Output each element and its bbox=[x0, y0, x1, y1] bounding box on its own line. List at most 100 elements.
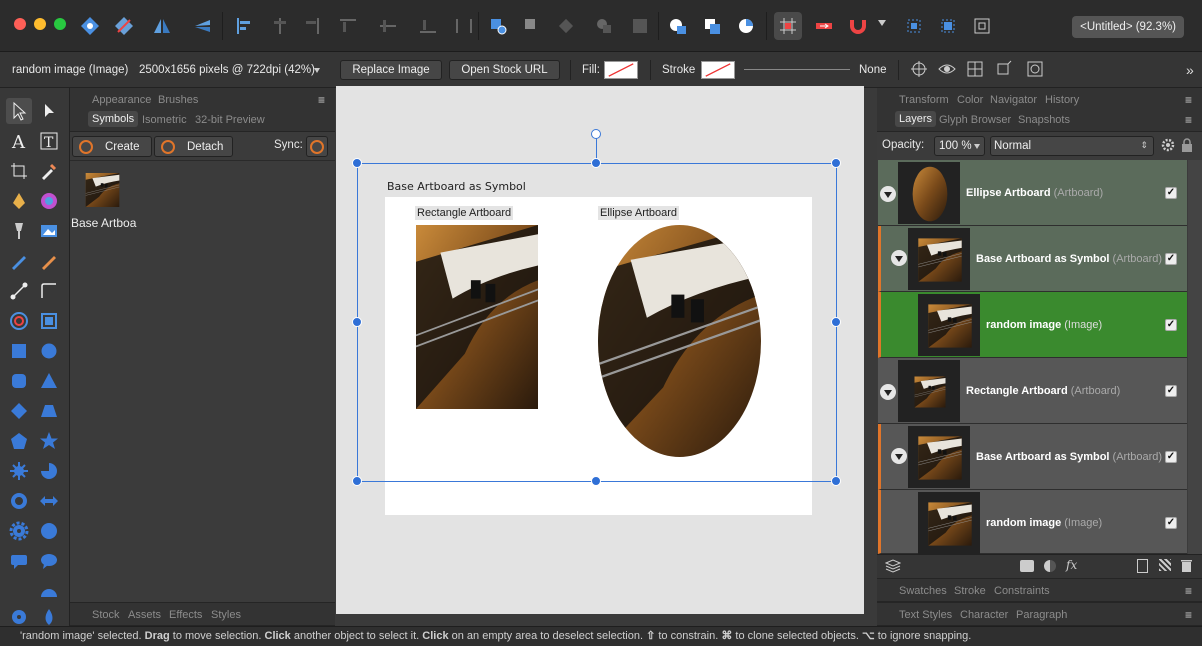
lock-icon[interactable] bbox=[1181, 138, 1193, 152]
ellipse-tool-icon[interactable] bbox=[36, 338, 62, 364]
artboard-tool-icon[interactable] bbox=[36, 308, 62, 334]
pixel-persona-icon[interactable] bbox=[110, 12, 138, 40]
trapezoid-tool-icon[interactable] bbox=[36, 398, 62, 424]
layer-visibility-checkbox[interactable]: ✓ bbox=[1165, 385, 1177, 397]
layer-visibility-checkbox[interactable]: ✓ bbox=[1165, 187, 1177, 199]
donut-tool-icon[interactable] bbox=[6, 488, 32, 514]
replace-image-button[interactable]: Replace Image bbox=[340, 60, 442, 80]
tab-constraints[interactable]: Constraints bbox=[994, 585, 1050, 597]
arrange-icon[interactable] bbox=[590, 12, 618, 40]
selection-bounding-box[interactable] bbox=[357, 163, 837, 482]
layer-visibility-checkbox[interactable]: ✓ bbox=[1165, 319, 1177, 331]
layers-scrollbar[interactable] bbox=[1188, 160, 1202, 554]
panel-menu-icon[interactable]: ≡ bbox=[1185, 93, 1192, 107]
resize-handle-bottom[interactable] bbox=[591, 476, 601, 486]
chevron-down-icon[interactable] bbox=[314, 68, 320, 73]
fill-swatch[interactable] bbox=[604, 61, 638, 79]
close-window-button[interactable] bbox=[14, 18, 26, 30]
zoom-window-button[interactable] bbox=[54, 18, 66, 30]
tab-snapshots[interactable]: Snapshots bbox=[1018, 114, 1070, 126]
open-stock-url-button[interactable]: Open Stock URL bbox=[449, 60, 560, 80]
resize-handle-right[interactable] bbox=[831, 317, 841, 327]
expand-icon[interactable] bbox=[962, 56, 988, 82]
segment-tool-icon[interactable] bbox=[36, 578, 62, 604]
layer-visibility-checkbox[interactable]: ✓ bbox=[1165, 253, 1177, 265]
layer-row[interactable]: Rectangle Artboard (Artboard) ✓ bbox=[878, 358, 1187, 424]
toolbar-overflow-icon[interactable]: » bbox=[1186, 62, 1194, 78]
crop-icon[interactable] bbox=[990, 56, 1016, 82]
fx-icon[interactable]: fx bbox=[1066, 558, 1077, 572]
star-tool-icon[interactable] bbox=[36, 428, 62, 454]
add-layer-icon[interactable] bbox=[1137, 559, 1148, 573]
tab-stock[interactable]: Stock bbox=[92, 609, 120, 621]
cloud-tool-icon[interactable] bbox=[36, 518, 62, 544]
diamond-tool-icon[interactable] bbox=[6, 398, 32, 424]
place-image-tool-icon[interactable] bbox=[36, 218, 62, 244]
triangle-tool-icon[interactable] bbox=[36, 368, 62, 394]
layer-visibility-checkbox[interactable]: ✓ bbox=[1165, 517, 1177, 529]
pen-tool-icon[interactable] bbox=[6, 188, 32, 214]
layer-row[interactable]: Ellipse Artboard (Artboard) ✓ bbox=[878, 160, 1187, 226]
canvas[interactable]: Base Artboard as Symbol Rectangle Artboa… bbox=[336, 86, 864, 614]
tab-character[interactable]: Character bbox=[960, 609, 1008, 621]
distribute-icon[interactable] bbox=[450, 12, 478, 40]
sync-toggle[interactable] bbox=[306, 136, 328, 157]
align-middle-icon[interactable] bbox=[374, 12, 402, 40]
stroke-width-slider[interactable] bbox=[744, 69, 850, 70]
detach-symbol-button[interactable]: Detach bbox=[154, 136, 233, 157]
tab-glyph-browser[interactable]: Glyph Browser bbox=[939, 114, 1011, 126]
create-symbol-button[interactable]: Create bbox=[72, 136, 152, 157]
node-tool-icon[interactable] bbox=[36, 98, 62, 124]
expand-layer-icon[interactable] bbox=[891, 448, 907, 464]
resize-handle-top-left[interactable] bbox=[352, 158, 362, 168]
vector-brush-tool-icon[interactable] bbox=[6, 218, 32, 244]
pencil-tool-icon[interactable] bbox=[6, 248, 32, 274]
polygon-tool-icon[interactable] bbox=[6, 428, 32, 454]
tab-transform[interactable]: Transform bbox=[899, 94, 949, 106]
selection-box-icon[interactable] bbox=[900, 12, 928, 40]
layer-row[interactable]: Base Artboard as Symbol (Artboard) ✓ bbox=[878, 424, 1187, 490]
tab-text-styles[interactable]: Text Styles bbox=[899, 609, 952, 621]
resize-handle-left[interactable] bbox=[352, 317, 362, 327]
paint-brush-tool-icon[interactable] bbox=[36, 248, 62, 274]
tab-paragraph[interactable]: Paragraph bbox=[1016, 609, 1067, 621]
tab-symbols[interactable]: Symbols bbox=[88, 111, 139, 127]
insert-inside-icon[interactable] bbox=[484, 12, 512, 40]
crescent-tool-icon[interactable] bbox=[6, 578, 32, 604]
layer-row[interactable]: Base Artboard as Symbol (Artboard) ✓ bbox=[878, 226, 1187, 292]
expand-layer-icon[interactable] bbox=[891, 250, 907, 266]
panel-menu-icon[interactable]: ≡ bbox=[1185, 584, 1192, 598]
move-tool-icon[interactable] bbox=[6, 98, 32, 124]
frame-text-tool-icon[interactable]: T bbox=[36, 128, 62, 154]
tab-brushes[interactable]: Brushes bbox=[158, 94, 198, 106]
transparency-tool-icon[interactable] bbox=[6, 278, 32, 304]
rotate-icon[interactable] bbox=[1022, 56, 1048, 82]
artistic-text-tool-icon[interactable]: A bbox=[6, 128, 32, 154]
layer-row[interactable]: random image (Image) ✓ bbox=[878, 490, 1187, 554]
callout-ellipse-tool-icon[interactable] bbox=[36, 548, 62, 574]
document-title[interactable]: <Untitled> (92.3%) bbox=[1072, 16, 1184, 38]
tab-assets[interactable]: Assets bbox=[128, 609, 161, 621]
panel-menu-icon[interactable]: ≡ bbox=[1185, 113, 1192, 127]
align-top-icon[interactable] bbox=[334, 12, 362, 40]
tab-navigator[interactable]: Navigator bbox=[990, 94, 1037, 106]
double-arrow-tool-icon[interactable] bbox=[36, 488, 62, 514]
callout-tool-icon[interactable] bbox=[6, 548, 32, 574]
resize-handle-top-right[interactable] bbox=[831, 158, 841, 168]
tab-isometric[interactable]: Isometric bbox=[142, 114, 187, 126]
transform-origin-icon[interactable] bbox=[934, 12, 962, 40]
pie-tool-icon[interactable] bbox=[36, 458, 62, 484]
eye-icon[interactable] bbox=[934, 56, 960, 82]
tab-layers[interactable]: Layers bbox=[895, 111, 937, 127]
opacity-field[interactable]: 100 % bbox=[934, 136, 985, 156]
mask-icon[interactable] bbox=[1020, 560, 1034, 572]
symbol-thumbnail[interactable] bbox=[77, 173, 128, 207]
boolean-add-icon[interactable] bbox=[664, 12, 692, 40]
snapping-grid-icon[interactable] bbox=[774, 12, 802, 40]
rectangle-tool-icon[interactable] bbox=[6, 338, 32, 364]
tab-32bit-preview[interactable]: 32-bit Preview bbox=[195, 114, 265, 126]
gear-icon[interactable] bbox=[1161, 138, 1175, 152]
trash-icon[interactable] bbox=[1181, 559, 1192, 572]
designer-persona-icon[interactable] bbox=[76, 12, 104, 40]
layer-visibility-checkbox[interactable]: ✓ bbox=[1165, 451, 1177, 463]
